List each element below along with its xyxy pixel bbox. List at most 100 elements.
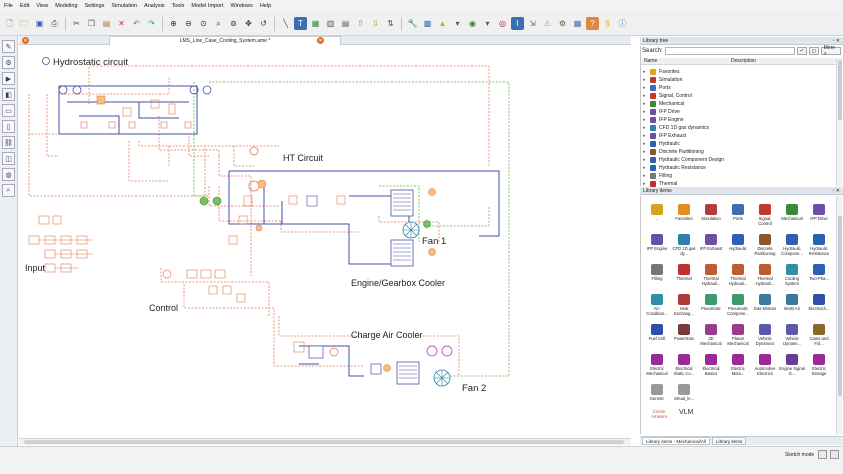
image-tool-icon[interactable]: ▦ — [309, 17, 322, 30]
more-button[interactable]: More > — [820, 45, 841, 57]
scroll-thumb[interactable] — [24, 440, 624, 444]
arrow-up-icon[interactable]: ⇧ — [354, 17, 367, 30]
library-item[interactable]: Thermal Hydrauli... — [725, 264, 751, 290]
zoom-area-icon[interactable]: ⌕ — [212, 17, 225, 30]
open-folder-icon[interactable]: 🗁 — [18, 17, 31, 30]
expand-arrow-icon[interactable]: ▸ — [643, 85, 647, 91]
redo-icon[interactable]: ↷ — [145, 17, 158, 30]
library-item[interactable]: .. — [644, 204, 670, 230]
dropdown-icon[interactable]: ▾ — [481, 17, 494, 30]
description-column-header[interactable]: Description — [731, 58, 756, 64]
tab-library-items[interactable]: Library items — [712, 437, 747, 445]
expand-arrow-icon[interactable]: ▸ — [643, 157, 647, 163]
plot-icon[interactable]: ⌇ — [511, 17, 524, 30]
canvas-horizontal-scrollbar[interactable] — [19, 438, 631, 445]
expand-arrow-icon[interactable]: ▸ — [643, 173, 647, 179]
expand-arrow-icon[interactable]: ▸ — [643, 133, 647, 139]
library-item[interactable]: Planar Mechanical — [725, 324, 751, 350]
library-search-input[interactable] — [664, 47, 795, 55]
library-item[interactable]: Fuel Cell — [644, 324, 670, 350]
tree-item[interactable]: ▸ Hydraulic Component Design — [643, 156, 724, 164]
library-item[interactable]: 3D Mechanical — [698, 324, 724, 350]
tree-scroll-thumb[interactable] — [838, 60, 842, 120]
zoom-out-icon[interactable]: ⊖ — [182, 17, 195, 30]
paste-icon[interactable]: ▤ — [100, 17, 113, 30]
undo-icon[interactable]: ↶ — [130, 17, 143, 30]
library-item[interactable]: Favorites — [671, 204, 697, 230]
wrench-icon[interactable]: 🔧 — [406, 17, 419, 30]
info-icon[interactable]: ⓘ — [616, 17, 629, 30]
library-item[interactable]: Electric Moto... — [725, 354, 751, 380]
tree-item[interactable]: ▸ Ports — [643, 84, 671, 92]
expand-arrow-icon[interactable]: ▸ — [643, 141, 647, 147]
library-item[interactable]: Electroch... — [806, 294, 832, 320]
rotate-icon[interactable]: ↺ — [257, 17, 270, 30]
check-icon[interactable]: ◉ — [466, 17, 479, 30]
library-item[interactable]: Moist Air — [779, 294, 805, 320]
layers-icon[interactable]: ◫ — [2, 152, 15, 165]
library-item[interactable]: Vehicle Dynami... — [779, 324, 805, 350]
library-item[interactable]: Thermal — [671, 264, 697, 290]
library-item[interactable]: IFP Engine — [644, 234, 670, 260]
document-tab[interactable]: LMS_Line_Case_Cooling_System.ame * — [109, 36, 341, 45]
library-item[interactable]: IFP Drive — [806, 204, 832, 230]
status-mode-icon[interactable] — [818, 450, 827, 459]
tree-item[interactable]: ▸ Filling — [643, 172, 672, 180]
library-item[interactable]: Thermal Hydrauli... — [752, 264, 778, 290]
dropdown-icon[interactable]: ▾ — [451, 17, 464, 30]
library-item[interactable]: Vehicle Dynamics — [752, 324, 778, 350]
library-item[interactable]: Air-Condition... — [644, 294, 670, 320]
expand-arrow-icon[interactable]: ▸ — [643, 117, 647, 123]
expand-arrow-icon[interactable]: ▸ — [643, 101, 647, 107]
library-item[interactable]: Simulation — [698, 204, 724, 230]
distribute-icon[interactable]: ▤ — [339, 17, 352, 30]
library-item[interactable]: Two-Pha... — [806, 264, 832, 290]
tree-vertical-scrollbar[interactable] — [836, 58, 842, 186]
library-item[interactable]: Electrical Basics — [698, 354, 724, 380]
cut-icon[interactable]: ✂ — [70, 17, 83, 30]
zoom-reset-icon[interactable]: ⊚ — [227, 17, 240, 30]
expand-arrow-icon[interactable]: ▸ — [643, 69, 647, 75]
tree-item[interactable]: ▸ Hydraulic — [643, 140, 680, 148]
text-tool-icon[interactable]: T — [294, 17, 307, 30]
menu-simulation[interactable]: Simulation — [111, 3, 137, 9]
zoom-icon[interactable]: ⌕ — [2, 184, 15, 197]
python-icon[interactable]: § — [601, 17, 614, 30]
library-item[interactable]: Hydraulic Resistance — [806, 234, 832, 260]
library-item[interactable]: Electric Mechanical — [644, 354, 670, 380]
table-icon[interactable]: ▦ — [571, 17, 584, 30]
library-item[interactable]: Heat Exchang... — [671, 294, 697, 320]
run-icon[interactable]: ▲ — [436, 17, 449, 30]
library-item[interactable]: Filling — [644, 264, 670, 290]
library-item[interactable]: Powertrain — [671, 324, 697, 350]
library-item[interactable]: Signal, Control — [752, 204, 778, 230]
tree-item[interactable]: ▸ CFD 1D gas dynamics — [643, 124, 709, 132]
help-icon[interactable]: ? — [586, 17, 599, 30]
library-item[interactable]: Cooling System — [779, 264, 805, 290]
parameter-mode-icon[interactable]: ⚙ — [2, 56, 15, 69]
name-column-header[interactable]: Name — [641, 58, 731, 64]
tree-item[interactable]: ▸ Simulation — [643, 76, 682, 84]
tree-item[interactable]: ▸ IFP Exhaust — [643, 132, 686, 140]
library-item[interactable]: Discrete Partitioning — [752, 234, 778, 260]
tab-library-items-mechanical[interactable]: Library items - Mechanical/All — [642, 437, 710, 445]
link-icon[interactable]: ⛓ — [2, 136, 15, 149]
warning-icon[interactable]: ⚠ — [541, 17, 554, 30]
library-item[interactable]: Electrical Static Co... — [671, 354, 697, 380]
tree-item[interactable]: ▸ Mechanical — [643, 100, 684, 108]
menu-tools[interactable]: Tools — [172, 3, 185, 9]
library-item[interactable]: Mechanical — [779, 204, 805, 230]
library-item[interactable]: virtual_le... — [671, 384, 697, 410]
status-settings-icon[interactable] — [830, 450, 839, 459]
menu-help[interactable]: Help — [260, 3, 271, 9]
expand-arrow-icon[interactable]: ▸ — [643, 149, 647, 155]
library-item[interactable]: Thermal Hydrauli... — [698, 264, 724, 290]
close-left-icon[interactable]: ✕ — [22, 37, 29, 44]
tree-item[interactable]: ▸ Discrete Partitioning — [643, 148, 704, 156]
library-item[interactable]: Cams and Fol... — [806, 324, 832, 350]
settings-icon[interactable]: ⚙ — [556, 17, 569, 30]
menu-edit[interactable]: Edit — [20, 3, 29, 9]
parameters-icon[interactable]: ▩ — [421, 17, 434, 30]
expand-arrow-icon[interactable]: ▸ — [643, 125, 647, 131]
zoom-in-icon[interactable]: ⊕ — [167, 17, 180, 30]
